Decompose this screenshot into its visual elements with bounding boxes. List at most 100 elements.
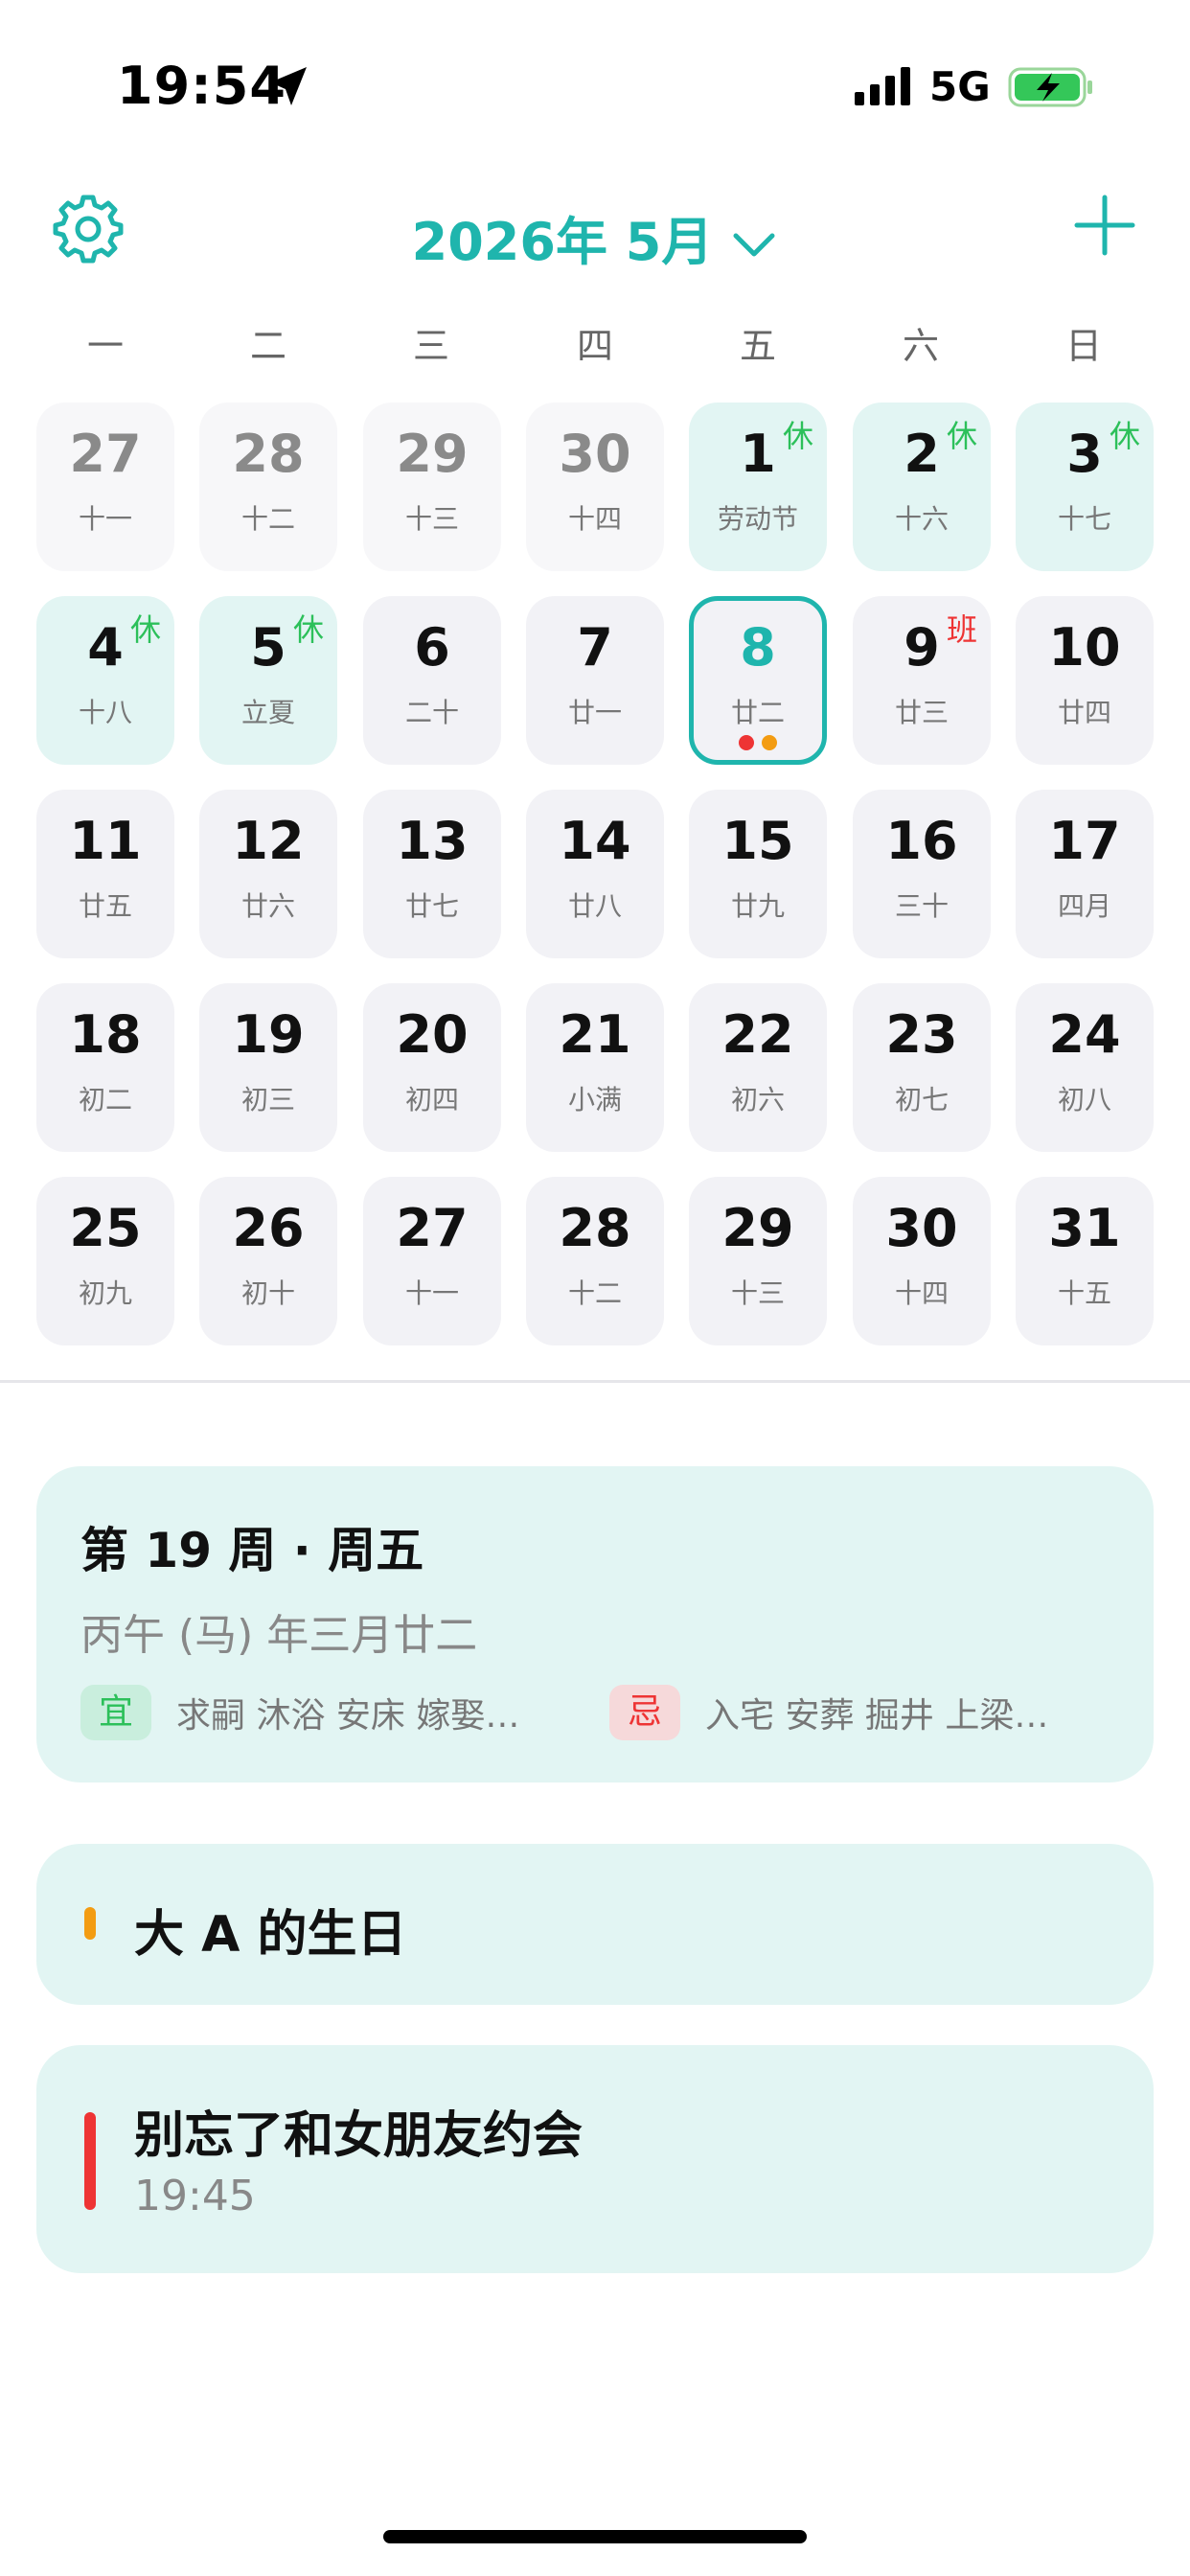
calendar-day-cell[interactable]: 31 十五 [1016, 1177, 1154, 1346]
day-number: 16 [885, 811, 958, 871]
day-number: 8 [740, 617, 776, 678]
calendar-day-cell[interactable]: 17 四月 [1016, 790, 1154, 958]
calendar-day-cell[interactable]: 3 十七休 [1016, 402, 1154, 571]
lunar-date: 丙午 (马) 年三月廿二 [80, 1611, 478, 1660]
calendar-grid: 27 十一 28 十二 29 十三 30 十四 1 劳动节休 2 十六休 3 十七休 4 十八休 5 立夏休 6 二十… [36, 402, 1154, 1346]
event-title: 别忘了和女朋友约会 [134, 2107, 584, 2165]
lunar-day: 廿七 [404, 890, 459, 922]
calendar-day-cell[interactable]: 21 小满 [526, 983, 664, 1152]
calendar-day-cell[interactable]: 27 十一 [36, 402, 174, 571]
calendar-day-cell[interactable]: 7 廿一 [526, 596, 664, 765]
day-number: 22 [721, 1004, 794, 1065]
rest-day-badge: 休 [946, 418, 977, 454]
lunar-day: 十六 [894, 503, 949, 535]
calendar-day-cell[interactable]: 10 廿四 [1016, 596, 1154, 765]
rest-day-badge: 休 [1109, 418, 1140, 454]
calendar-day-cell[interactable]: 9 廿三班 [853, 596, 991, 765]
calendar-day-cell[interactable]: 12 廿六 [199, 790, 337, 958]
lunar-day: 十二 [240, 503, 295, 535]
month-selector[interactable]: 2026年 5月 [0, 199, 1190, 275]
yi-badge: 宜 [80, 1685, 151, 1740]
add-event-plus-icon[interactable] [1073, 194, 1136, 257]
calendar-day-cell[interactable]: 19 初三 [199, 983, 337, 1152]
calendar-day-cell[interactable]: 2 十六休 [853, 402, 991, 571]
day-number: 29 [721, 1198, 794, 1258]
inauspicious-row: 忌 入宅 安葬 掘井 上梁… [609, 1685, 1048, 1740]
location-arrow-icon [270, 67, 307, 105]
calendar-day-cell[interactable]: 13 廿七 [363, 790, 501, 958]
calendar-day-cell[interactable]: 24 初八 [1016, 983, 1154, 1152]
calendar-day-cell[interactable]: 26 初十 [199, 1177, 337, 1346]
calendar-day-cell[interactable]: 18 初二 [36, 983, 174, 1152]
calendar-day-cell[interactable]: 4 十八休 [36, 596, 174, 765]
calendar-day-cell-today[interactable]: 8 廿二 [689, 596, 827, 765]
event-dot [739, 735, 754, 750]
day-number: 30 [559, 424, 631, 484]
lunar-day: 初十 [240, 1277, 295, 1309]
lunar-day: 廿五 [78, 890, 132, 922]
lunar-day: 初四 [404, 1084, 459, 1116]
week-label: 第 19 周 · 周五 [80, 1523, 424, 1578]
day-number: 31 [1048, 1198, 1121, 1258]
lunar-day: 十七 [1057, 503, 1111, 535]
ji-items: 入宅 安葬 掘井 上梁… [705, 1696, 1049, 1736]
event-card-date[interactable]: 别忘了和女朋友约会 19:45 [36, 2045, 1154, 2273]
day-number: 18 [69, 1004, 142, 1065]
day-number: 6 [414, 617, 450, 678]
lunar-day: 十八 [78, 697, 132, 728]
calendar-day-cell[interactable]: 6 二十 [363, 596, 501, 765]
event-indicator-dots [694, 735, 822, 754]
lunar-day: 初二 [78, 1084, 132, 1116]
weekday-label: 四 [576, 325, 613, 367]
calendar-day-cell[interactable]: 29 十三 [689, 1177, 827, 1346]
lunar-day: 初三 [240, 1084, 295, 1116]
day-number: 12 [232, 811, 305, 871]
calendar-day-cell[interactable]: 25 初九 [36, 1177, 174, 1346]
yi-items: 求嗣 沐浴 安床 嫁娶… [176, 1696, 520, 1736]
calendar-day-cell[interactable]: 11 廿五 [36, 790, 174, 958]
day-number: 23 [885, 1004, 958, 1065]
calendar-day-cell[interactable]: 1 劳动节休 [689, 402, 827, 571]
day-info-card: 第 19 周 · 周五 丙午 (马) 年三月廿二 宜 求嗣 沐浴 安床 嫁娶… … [36, 1466, 1154, 1782]
calendar-day-cell[interactable]: 27 十一 [363, 1177, 501, 1346]
day-number: 28 [232, 424, 305, 484]
calendar-day-cell[interactable]: 15 廿九 [689, 790, 827, 958]
event-time: 19:45 [134, 2172, 256, 2220]
day-number: 15 [721, 811, 794, 871]
calendar-day-cell[interactable]: 5 立夏休 [199, 596, 337, 765]
day-number: 24 [1048, 1004, 1121, 1065]
event-color-bar [84, 1907, 96, 1940]
calendar-day-cell[interactable]: 28 十二 [199, 402, 337, 571]
lunar-day: 四月 [1057, 890, 1111, 922]
weekday-label: 日 [1064, 325, 1102, 367]
day-number: 14 [559, 811, 631, 871]
day-number: 29 [396, 424, 469, 484]
day-number: 10 [1048, 617, 1121, 678]
lunar-day: 十二 [567, 1277, 622, 1309]
event-card-birthday[interactable]: 大 A 的生日 [36, 1844, 1154, 2005]
calendar-day-cell[interactable]: 29 十三 [363, 402, 501, 571]
ji-badge: 忌 [609, 1685, 680, 1740]
day-number: 25 [69, 1198, 142, 1258]
calendar-day-cell[interactable]: 14 廿八 [526, 790, 664, 958]
day-number: 28 [559, 1198, 631, 1258]
weekday-label: 五 [739, 325, 776, 367]
calendar-day-cell[interactable]: 30 十四 [526, 402, 664, 571]
workday-badge: 班 [946, 611, 977, 648]
lunar-day: 初七 [894, 1084, 949, 1116]
calendar-day-cell[interactable]: 30 十四 [853, 1177, 991, 1346]
weekday-label: 六 [902, 325, 939, 367]
calendar-day-cell[interactable]: 23 初七 [853, 983, 991, 1152]
calendar-day-cell[interactable]: 28 十二 [526, 1177, 664, 1346]
lunar-day: 十四 [567, 503, 622, 535]
calendar-day-cell[interactable]: 16 三十 [853, 790, 991, 958]
calendar-day-cell[interactable]: 22 初六 [689, 983, 827, 1152]
lunar-day: 廿八 [567, 890, 622, 922]
day-number: 20 [396, 1004, 469, 1065]
calendar-day-cell[interactable]: 20 初四 [363, 983, 501, 1152]
rest-day-badge: 休 [292, 611, 324, 648]
section-divider [0, 1380, 1190, 1383]
event-title: 大 A 的生日 [134, 1906, 407, 1964]
lunar-day: 十一 [404, 1277, 459, 1309]
month-title-label: 2026年 5月 [411, 212, 714, 272]
